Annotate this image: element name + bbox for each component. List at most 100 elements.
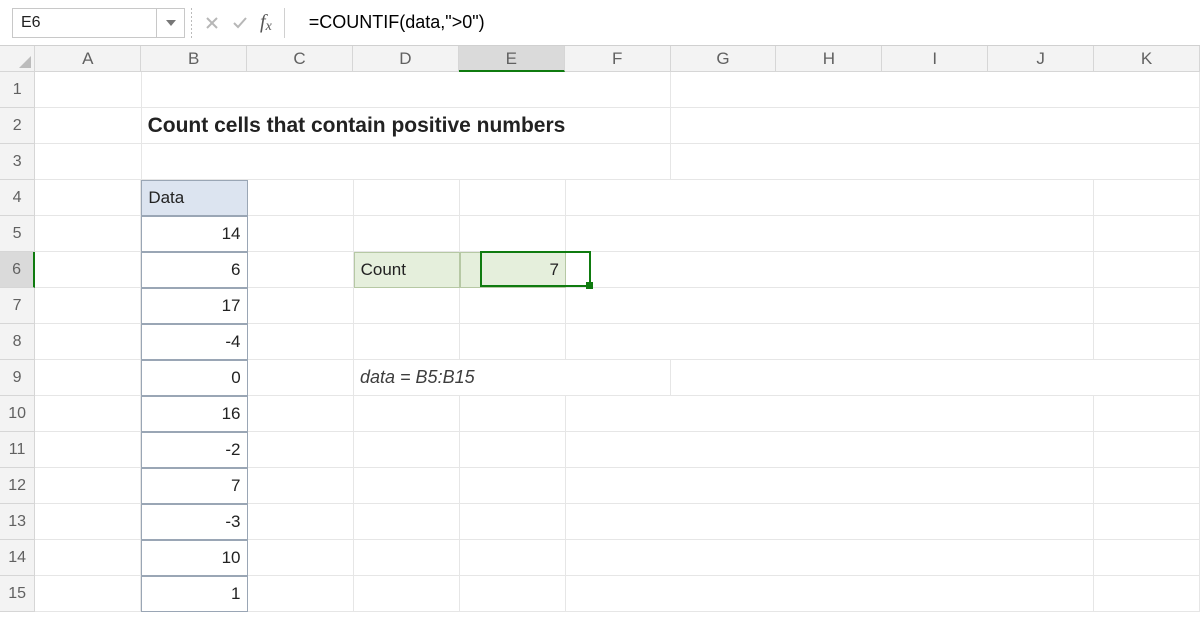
cell-A2[interactable] xyxy=(35,108,141,144)
cell-A8[interactable] xyxy=(35,324,141,360)
cell-C10[interactable] xyxy=(248,396,354,432)
cell-A5[interactable] xyxy=(35,216,141,252)
cell-D13[interactable] xyxy=(354,504,460,540)
row-header-4[interactable]: 4 xyxy=(0,180,35,216)
cell-B12[interactable]: 7 xyxy=(141,468,247,504)
formula-cancel-button[interactable] xyxy=(198,9,226,37)
cell-B7[interactable]: 17 xyxy=(141,288,247,324)
cell-D4[interactable] xyxy=(354,180,460,216)
cell-F6[interactable] xyxy=(566,252,1094,288)
cell-K5[interactable] xyxy=(1094,216,1200,252)
cell-K7[interactable] xyxy=(1094,288,1200,324)
cell-A9[interactable] xyxy=(35,360,141,396)
cell-K8[interactable] xyxy=(1094,324,1200,360)
cell-C9[interactable] xyxy=(248,360,354,396)
row-header-13[interactable]: 13 xyxy=(0,504,35,540)
cell-E5[interactable] xyxy=(460,216,566,252)
cell-D15[interactable] xyxy=(354,576,460,612)
col-header-F[interactable]: F xyxy=(565,46,671,72)
name-box[interactable]: E6 xyxy=(12,8,157,38)
cell-B11[interactable]: -2 xyxy=(141,432,247,468)
col-header-E[interactable]: E xyxy=(459,46,565,72)
cell-K4[interactable] xyxy=(1094,180,1200,216)
row-header-9[interactable]: 9 xyxy=(0,360,35,396)
cell-K13[interactable] xyxy=(1094,504,1200,540)
cell-B13[interactable]: -3 xyxy=(141,504,247,540)
cell-A15[interactable] xyxy=(35,576,141,612)
data-header-cell[interactable]: Data xyxy=(141,180,247,216)
cell-G3[interactable] xyxy=(671,144,1200,180)
cell-F8[interactable] xyxy=(566,324,1094,360)
cell-B9[interactable]: 0 xyxy=(141,360,247,396)
cell-K10[interactable] xyxy=(1094,396,1200,432)
cell-G1[interactable] xyxy=(671,72,1200,108)
cell-K15[interactable] xyxy=(1094,576,1200,612)
select-all-button[interactable] xyxy=(0,46,35,72)
cell-G2[interactable] xyxy=(671,108,1200,144)
row-header-2[interactable]: 2 xyxy=(0,108,35,144)
cell-A13[interactable] xyxy=(35,504,141,540)
cell-A4[interactable] xyxy=(35,180,141,216)
cell-D11[interactable] xyxy=(354,432,460,468)
cell-C12[interactable] xyxy=(248,468,354,504)
col-header-H[interactable]: H xyxy=(776,46,882,72)
cell-A12[interactable] xyxy=(35,468,141,504)
cell-D12[interactable] xyxy=(354,468,460,504)
cell-K6[interactable] xyxy=(1094,252,1200,288)
col-header-B[interactable]: B xyxy=(141,46,247,72)
cell-K12[interactable] xyxy=(1094,468,1200,504)
formula-input[interactable] xyxy=(291,8,1200,38)
cell-D7[interactable] xyxy=(354,288,460,324)
row-header-8[interactable]: 8 xyxy=(0,324,35,360)
cell-A3[interactable] xyxy=(35,144,141,180)
col-header-G[interactable]: G xyxy=(671,46,777,72)
cell-B10[interactable]: 16 xyxy=(141,396,247,432)
cell-D10[interactable] xyxy=(354,396,460,432)
range-note-cell[interactable]: data = B5:B15 xyxy=(354,360,671,396)
cell-K11[interactable] xyxy=(1094,432,1200,468)
cell-F13[interactable] xyxy=(566,504,1094,540)
row-header-6[interactable]: 6 xyxy=(0,252,35,288)
cell-E11[interactable] xyxy=(460,432,566,468)
cell-A10[interactable] xyxy=(35,396,141,432)
cell-E10[interactable] xyxy=(460,396,566,432)
cell-C15[interactable] xyxy=(248,576,354,612)
cell-A1[interactable] xyxy=(35,72,141,108)
col-header-A[interactable]: A xyxy=(35,46,141,72)
cell-E14[interactable] xyxy=(460,540,566,576)
col-header-D[interactable]: D xyxy=(353,46,459,72)
row-header-3[interactable]: 3 xyxy=(0,144,35,180)
title-cell[interactable]: Count cells that contain positive number… xyxy=(142,108,671,144)
cell-B1[interactable] xyxy=(142,72,671,108)
cell-F15[interactable] xyxy=(566,576,1094,612)
cell-B5[interactable]: 14 xyxy=(141,216,247,252)
cell-A6[interactable] xyxy=(35,252,141,288)
cell-F4[interactable] xyxy=(566,180,1094,216)
cell-E7[interactable] xyxy=(460,288,566,324)
cell-F5[interactable] xyxy=(566,216,1094,252)
cell-C13[interactable] xyxy=(248,504,354,540)
cell-D14[interactable] xyxy=(354,540,460,576)
row-header-12[interactable]: 12 xyxy=(0,468,35,504)
formula-confirm-button[interactable] xyxy=(226,9,254,37)
cell-B15[interactable]: 1 xyxy=(141,576,247,612)
row-header-10[interactable]: 10 xyxy=(0,396,35,432)
cell-B6[interactable]: 6 xyxy=(141,252,247,288)
cell-K14[interactable] xyxy=(1094,540,1200,576)
cell-F14[interactable] xyxy=(566,540,1094,576)
cell-B3[interactable] xyxy=(142,144,671,180)
cell-F12[interactable] xyxy=(566,468,1094,504)
fx-icon[interactable]: fx xyxy=(260,11,272,34)
cell-C4[interactable] xyxy=(248,180,354,216)
cell-E4[interactable] xyxy=(460,180,566,216)
cell-C14[interactable] xyxy=(248,540,354,576)
cell-F10[interactable] xyxy=(566,396,1094,432)
cell-E15[interactable] xyxy=(460,576,566,612)
count-value-cell[interactable]: 7 xyxy=(460,252,566,288)
cell-E8[interactable] xyxy=(460,324,566,360)
col-header-K[interactable]: K xyxy=(1094,46,1200,72)
row-header-7[interactable]: 7 xyxy=(0,288,35,324)
col-header-I[interactable]: I xyxy=(882,46,988,72)
cell-F7[interactable] xyxy=(566,288,1094,324)
row-header-15[interactable]: 15 xyxy=(0,576,35,612)
